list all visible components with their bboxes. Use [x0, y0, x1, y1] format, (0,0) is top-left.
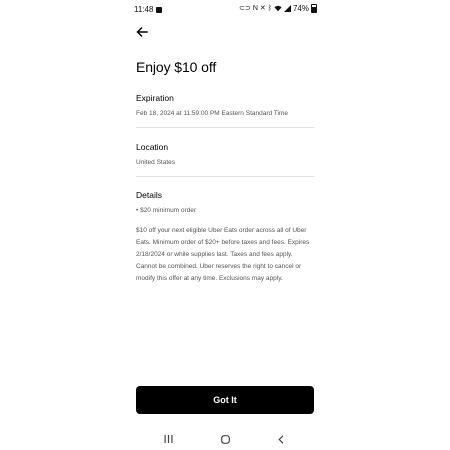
details-section: Details • $20 minimum order $10 off your… [136, 190, 315, 285]
signal-icon [283, 5, 291, 12]
battery-percent: 74% [292, 4, 309, 13]
battery-icon [311, 4, 317, 13]
divider [136, 127, 315, 128]
status-time-group: 11:48 [134, 5, 163, 14]
status-icons: ⊂⊃ N ✕ ᛒ 74% [239, 4, 317, 13]
notes-icon: N [252, 5, 258, 12]
divider [136, 176, 315, 177]
back-button[interactable] [133, 23, 151, 41]
back-icon [278, 434, 284, 444]
location-value: United States [136, 159, 176, 166]
wifi-icon [274, 5, 282, 12]
location-section: Location United States [136, 142, 315, 167]
bluetooth-icon: ᛒ [267, 5, 272, 12]
screen: 11:48 ⊂⊃ N ✕ ᛒ 74% Enjoy $10 off Expirat… [123, 0, 327, 450]
gallery-icon [156, 6, 163, 13]
recents-icon [164, 435, 172, 443]
details-bullet: • $20 minimum order [136, 207, 197, 214]
details-label: Details [136, 190, 162, 200]
home-button[interactable] [218, 432, 232, 446]
status-bar: 11:48 ⊂⊃ N ✕ ᛒ 74% [123, 0, 327, 18]
page-title: Enjoy $10 off [136, 59, 217, 75]
link-icon: ⊂⊃ [239, 5, 251, 12]
mute-icon: ✕ [259, 5, 266, 12]
got-it-button[interactable]: Got It [136, 386, 314, 414]
location-label: Location [136, 142, 169, 152]
expiration-value: Feb 18, 2024 at 11:59:00 PM Eastern Stan… [136, 110, 289, 117]
status-time: 11:48 [134, 5, 154, 14]
system-back-button[interactable] [274, 432, 288, 446]
arrow-left-icon [136, 27, 148, 37]
details-paragraph: $10 off your next eligible Uber Eats ord… [136, 227, 310, 282]
expiration-label: Expiration [136, 93, 174, 103]
navigation-bar [123, 428, 327, 448]
recents-button[interactable] [161, 432, 175, 446]
home-icon [220, 434, 230, 444]
expiration-section: Expiration Feb 18, 2024 at 11:59:00 PM E… [136, 93, 315, 118]
